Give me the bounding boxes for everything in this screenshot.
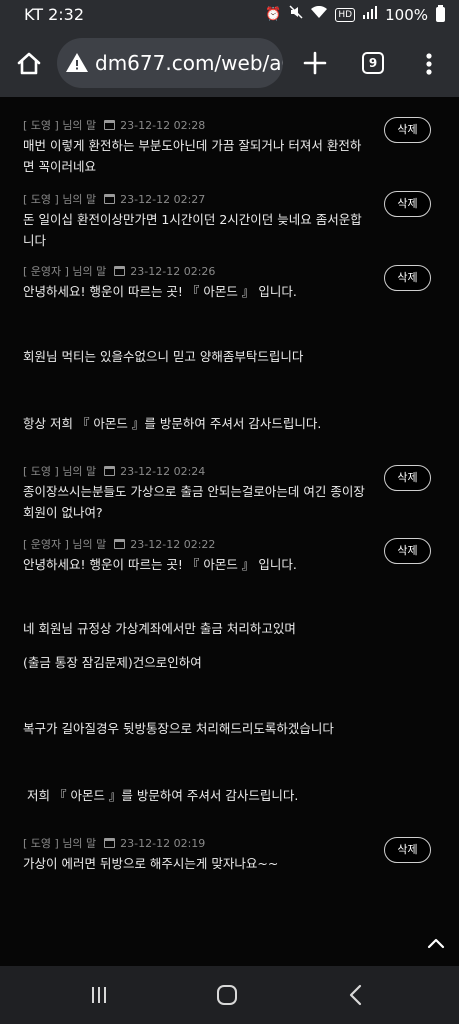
message-text: 가상이 에러면 뒤방으로 해주시는게 맞자나요~~ <box>23 856 279 871</box>
signal-icon <box>363 5 378 24</box>
message-text: 안녕하세요! 행운이 따르는 곳! 『 아몬드 』 입니다. <box>23 557 297 572</box>
message-text: 안녕하세요! 행운이 따르는 곳! 『 아몬드 』 입니다. <box>23 284 297 299</box>
carrier-time: KT 2:32 <box>24 5 85 24</box>
message-line: (출금 통장 잠김문제)건으로인하여 <box>23 655 202 670</box>
delete-button[interactable]: 삭제 <box>384 837 431 863</box>
message-meta: [ 운영자 ] 님의 말 23-12-12 02:26 <box>23 263 215 279</box>
recent-apps-icon[interactable] <box>90 986 108 1004</box>
message-text: 돈 일이십 환전이상만가면 1시간이던 2시간이던 늦네요 좀서운합니다 <box>23 212 362 248</box>
browser-toolbar: dm677.com/web/a0? 9 <box>0 30 459 97</box>
message-author: [ 도영 ] 님의 말 <box>23 119 97 132</box>
more-vert-icon[interactable] <box>418 48 440 80</box>
message-meta: [ 운영자 ] 님의 말 23-12-12 02:22 <box>23 536 215 552</box>
message-date: 23-12-12 02:22 <box>130 537 216 551</box>
message-date: 23-12-12 02:28 <box>120 118 206 132</box>
message-author: [ 도영 ] 님의 말 <box>23 193 97 206</box>
plus-icon[interactable] <box>299 47 331 79</box>
calendar-icon <box>104 120 116 130</box>
status-bar: KT 2:32 ⏰ HD 100% <box>0 0 459 30</box>
tabs-icon[interactable]: 9 <box>362 52 384 74</box>
message-line: 저희 『 아몬드 』를 방문하여 주셔서 감사드립니다. <box>27 788 299 803</box>
battery-percent: 100% <box>385 5 428 24</box>
wifi-icon <box>311 5 328 24</box>
calendar-icon <box>114 266 126 276</box>
hd-icon: HD <box>335 7 356 22</box>
message-line: 네 회원님 규정상 가상계좌에서만 출금 처리하고있며 <box>23 621 296 636</box>
message-line: 회원님 먹티는 있을수없으니 믿고 양해좀부탁드립니다 <box>23 349 304 364</box>
calendar-icon <box>104 466 116 476</box>
message-line: 항상 저희 『 아몬드 』를 방문하여 주셔서 감사드립니다. <box>23 416 322 431</box>
url-text[interactable]: dm677.com/web/a0? <box>95 51 283 75</box>
navigation-bar <box>0 966 459 1024</box>
message-author: [ 도영 ] 님의 말 <box>23 837 97 850</box>
message-author: [ 운영자 ] 님의 말 <box>23 265 107 278</box>
mute-icon <box>289 5 303 24</box>
chat-content[interactable]: [ 도영 ] 님의 말 23-12-12 02:28 매번 이렇게 환전하는 부… <box>0 97 459 966</box>
message-meta: [ 도영 ] 님의 말 23-12-12 02:24 <box>23 463 205 479</box>
battery-icon <box>436 5 445 22</box>
calendar-icon <box>104 194 116 204</box>
warning-icon[interactable] <box>65 51 89 75</box>
home-icon[interactable] <box>12 47 46 81</box>
back-icon[interactable] <box>346 984 366 1006</box>
calendar-icon <box>104 838 116 848</box>
delete-button[interactable]: 삭제 <box>384 191 431 217</box>
message-meta: [ 도영 ] 님의 말 23-12-12 02:28 <box>23 117 205 133</box>
message-author: [ 도영 ] 님의 말 <box>23 465 97 478</box>
chevron-up-icon[interactable] <box>424 932 448 956</box>
delete-button[interactable]: 삭제 <box>384 265 431 291</box>
alarm-icon: ⏰ <box>265 6 282 22</box>
message-date: 23-12-12 02:24 <box>120 464 206 478</box>
delete-button[interactable]: 삭제 <box>384 465 431 491</box>
message-text: 종이장쓰시는분들도 가상으로 출금 안되는걸로아는데 여긴 종이장 회원이 없나… <box>23 484 365 520</box>
message-line: 복구가 길아질경우 뒷방통장으로 처리해드리도록하겠습니다 <box>23 721 334 736</box>
status-icons: ⏰ HD 100% <box>265 5 445 24</box>
message-date: 23-12-12 02:27 <box>120 192 206 206</box>
calendar-icon <box>114 539 126 549</box>
delete-button[interactable]: 삭제 <box>384 538 431 564</box>
message-date: 23-12-12 02:26 <box>130 264 216 278</box>
message-meta: [ 도영 ] 님의 말 23-12-12 02:19 <box>23 835 205 851</box>
delete-button[interactable]: 삭제 <box>384 117 431 143</box>
address-bar[interactable]: dm677.com/web/a0? <box>57 38 283 88</box>
message-date: 23-12-12 02:19 <box>120 836 206 850</box>
message-text: 매번 이렇게 환전하는 부분도아닌데 가끔 잘되거나 터져서 환전하면 꼭이러네… <box>23 138 362 174</box>
message-meta: [ 도영 ] 님의 말 23-12-12 02:27 <box>23 191 205 207</box>
message-author: [ 운영자 ] 님의 말 <box>23 538 107 551</box>
home-circle-icon[interactable] <box>216 984 238 1006</box>
